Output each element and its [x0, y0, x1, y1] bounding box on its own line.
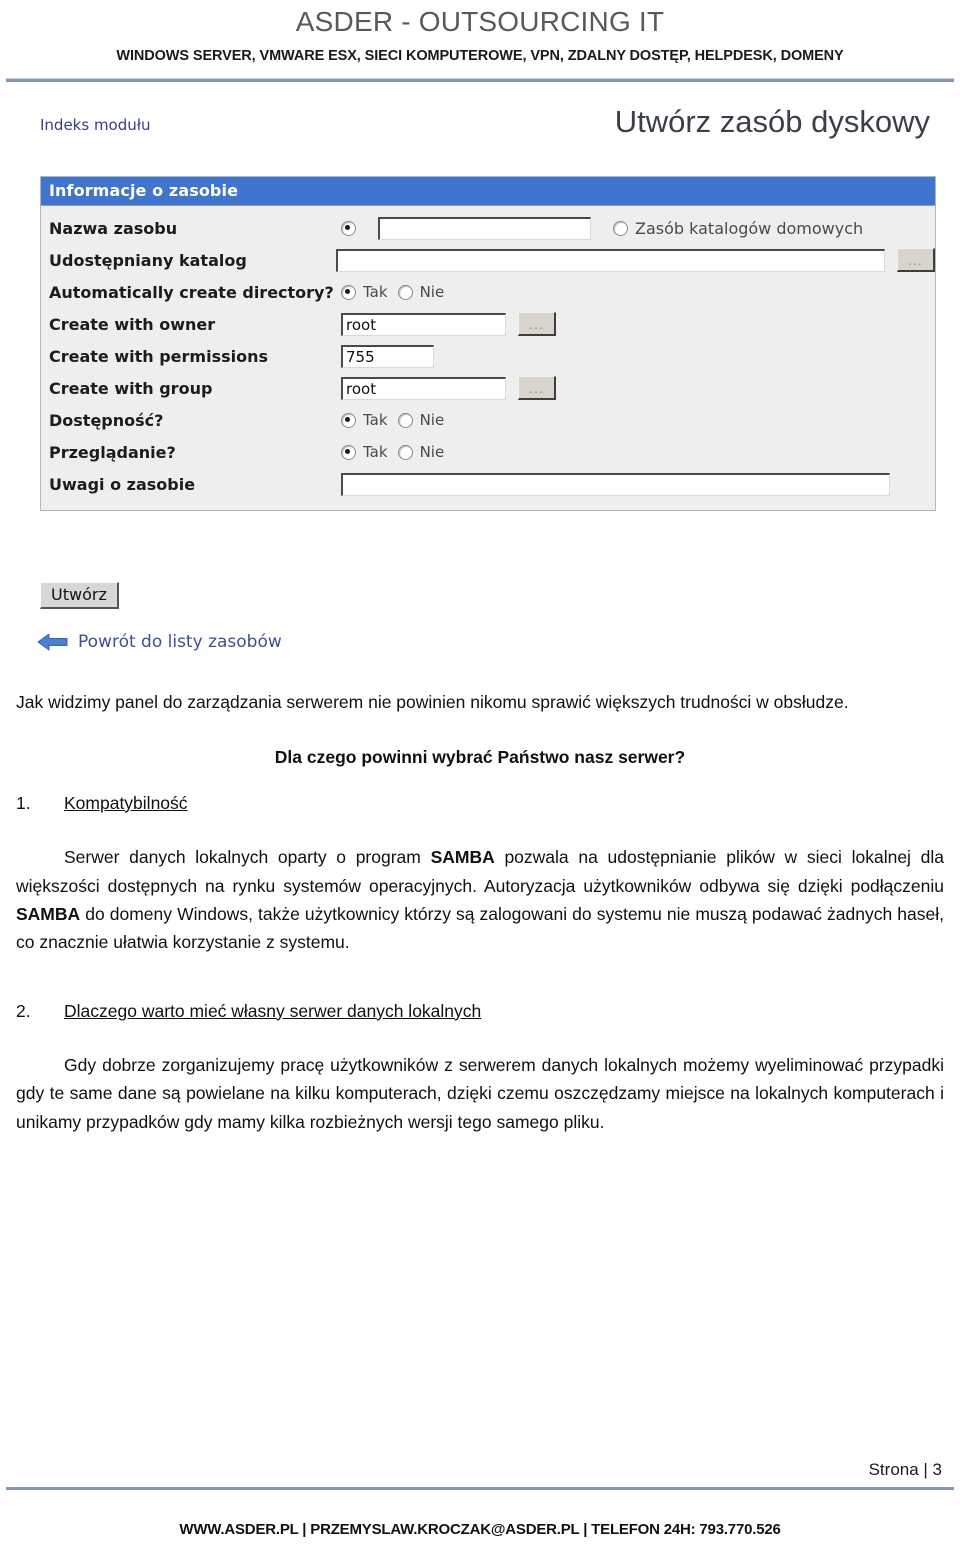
auto-create-yes-label: Tak [363, 283, 388, 302]
s1-samba-2: SAMBA [16, 903, 81, 924]
webmin-screenshot: Indeks modułu Utwórz zasób dyskowy Infor… [22, 104, 938, 671]
available-yes-label: Tak [363, 411, 388, 430]
document-body: Jak widzimy panel do zarządzania serwere… [16, 688, 944, 1136]
field-row-auto-create: Automatically create directory? Tak Nie [41, 276, 935, 308]
group-label: Create with group [49, 378, 213, 398]
back-to-shares-link[interactable]: Powrót do listy zasobów [36, 631, 282, 653]
available-yes-radio[interactable] [341, 412, 356, 428]
group-input[interactable]: root [341, 376, 506, 400]
field-row-share-name: Nazwa zasobu Zasób katalogów domowych [41, 212, 935, 244]
browseable-no-label: Nie [419, 443, 445, 462]
owner-label: Create with owner [49, 314, 216, 334]
directory-input[interactable] [336, 248, 885, 272]
home-shares-radio[interactable] [613, 220, 628, 236]
field-row-directory: Udostępniany katalog ... [41, 244, 935, 276]
field-row-permissions: Create with permissions 755 [41, 340, 935, 372]
brand-title: ASDER - OUTSOURCING IT [295, 6, 665, 37]
section-1-number: 1. [16, 792, 31, 813]
footer-contact: WWW.ASDER.PL | PRZEMYSLAW.KROCZAK@ASDER.… [179, 1521, 781, 1538]
page-title: Utwórz zasób dyskowy [614, 104, 930, 140]
browseable-yes-radio[interactable] [341, 444, 356, 460]
field-row-available: Dostępność? Tak Nie [41, 404, 935, 436]
auto-create-yes-radio[interactable] [341, 284, 356, 300]
left-arrow-icon [36, 631, 70, 653]
browseable-label: Przeglądanie? [49, 442, 176, 462]
share-name-input[interactable] [378, 216, 591, 240]
s1-text-e: do domeny Windows, także użytkownicy któ… [16, 903, 944, 953]
header-divider [6, 78, 954, 83]
field-row-browseable: Przeglądanie? Tak Nie [41, 436, 935, 468]
comment-label: Uwagi o zasobie [49, 474, 196, 494]
module-index-link[interactable]: Indeks modułu [40, 116, 151, 134]
create-button[interactable]: Utwórz [40, 582, 119, 610]
share-information-panel: Informacje o zasobie Nazwa zasobu Zasób … [40, 176, 936, 512]
s1-samba-1: SAMBA [430, 847, 495, 868]
section-2-paragraph: Gdy dobrze zorganizujemy pracę użytkowni… [16, 1054, 944, 1132]
intro-paragraph: Jak widzimy panel do zarządzania serwere… [16, 692, 849, 713]
question-heading: Dla czego powinni wybrać Państwo nasz se… [274, 746, 686, 767]
group-browse-button[interactable]: ... [518, 376, 556, 401]
footer-divider [6, 1487, 954, 1490]
auto-create-no-label: Nie [419, 283, 445, 302]
section-1-heading: 1. Kompatybilność [16, 789, 944, 817]
browseable-no-radio[interactable] [397, 444, 413, 460]
panel-body: Nazwa zasobu Zasób katalogów domowych Ud… [41, 206, 935, 510]
section-1-paragraph: Serwer danych lokalnych oparty o program… [16, 843, 944, 956]
owner-input[interactable]: root [341, 312, 506, 336]
section-2-heading: 2. Dlaczego warto mieć własny serwer dan… [16, 997, 944, 1025]
directory-label: Udostępniany katalog [49, 250, 247, 270]
available-label: Dostępność? [49, 410, 164, 430]
permissions-label: Create with permissions [49, 346, 269, 366]
section-2-number: 2. [16, 1000, 31, 1021]
field-row-owner: Create with owner root ... [41, 308, 935, 340]
owner-browse-button[interactable]: ... [518, 312, 556, 337]
document-header: ASDER - OUTSOURCING IT WINDOWS SERVER, V… [0, 0, 960, 64]
panel-header: Informacje o zasobie [41, 177, 935, 207]
browseable-yes-label: Tak [363, 443, 388, 462]
brand-subtitle: WINDOWS SERVER, VMWARE ESX, SIECI KOMPUT… [116, 48, 844, 65]
s1-text-a: Serwer danych lokalnych oparty o program [64, 847, 431, 868]
page-number: Strona | 3 [868, 1460, 942, 1479]
available-no-radio[interactable] [397, 412, 413, 428]
available-no-label: Nie [419, 411, 445, 430]
directory-browse-button[interactable]: ... [897, 248, 935, 273]
comment-input[interactable] [341, 472, 890, 496]
share-name-radio[interactable] [341, 220, 356, 236]
section-2-title: Dlaczego warto mieć własny serwer danych… [64, 1000, 482, 1021]
section-1-title: Kompatybilność [64, 792, 188, 813]
auto-create-no-radio[interactable] [397, 284, 413, 300]
share-name-label: Nazwa zasobu [49, 218, 178, 238]
back-to-shares-label: Powrót do listy zasobów [78, 632, 282, 653]
field-row-group: Create with group root ... [41, 372, 935, 404]
permissions-input[interactable]: 755 [341, 344, 434, 368]
home-shares-label: Zasób katalogów domowych [635, 218, 864, 238]
field-row-comment: Uwagi o zasobie [41, 468, 935, 500]
auto-create-label: Automatically create directory? [49, 282, 334, 302]
